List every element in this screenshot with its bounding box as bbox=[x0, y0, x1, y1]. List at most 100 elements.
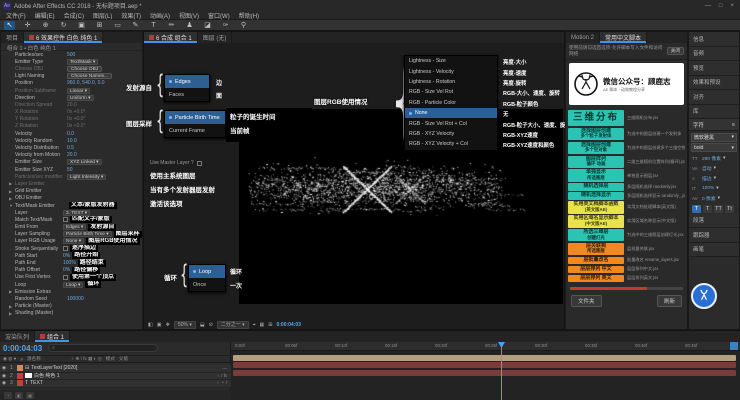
menu-option[interactable]: Loop bbox=[189, 265, 225, 278]
script-button[interactable]: 层层排列 英文 bbox=[568, 275, 624, 283]
layer-duration-bar[interactable] bbox=[233, 370, 736, 376]
tab-渲染队列[interactable]: 渲染队列 bbox=[0, 331, 35, 342]
dock-tab-段落[interactable]: 段落 bbox=[689, 214, 739, 229]
menu-item[interactable]: 视图(V) bbox=[179, 11, 199, 20]
menu-option[interactable]: Current Frame bbox=[165, 124, 225, 137]
close-button[interactable]: 关闭 bbox=[667, 47, 684, 55]
dock-tab-音频[interactable]: 音频 bbox=[689, 47, 739, 62]
dock-tab-预览[interactable]: 预览 bbox=[689, 61, 739, 76]
param-dropdown[interactable]: Uniform ▾ bbox=[67, 95, 94, 101]
tab-组合-1[interactable]: 组合 1 bbox=[35, 331, 70, 342]
pixel-aspect-icon[interactable]: ⊞ bbox=[268, 322, 272, 328]
type-tool-icon[interactable]: T bbox=[148, 21, 159, 30]
type-style-2[interactable]: TT bbox=[714, 205, 723, 213]
script-button[interactable]: 单独显示所选图层 bbox=[568, 169, 624, 181]
param-value[interactable]: 100% bbox=[63, 260, 76, 266]
zoom-tool-icon[interactable]: ⊕ bbox=[40, 21, 51, 30]
param-dropdown[interactable]: Linear ▾ bbox=[67, 88, 90, 94]
menu-item[interactable]: 图层(L) bbox=[93, 11, 112, 20]
time-ruler[interactable]: 0:00f00:05f00:10f00:15f00:20f00:25f00:30… bbox=[231, 342, 740, 351]
layer-switches[interactable]: — bbox=[223, 366, 227, 371]
param-value[interactable]: 20.0 bbox=[67, 102, 77, 108]
menu-option[interactable]: RGB - Particle Color bbox=[405, 98, 497, 108]
type-style-3[interactable]: Tt bbox=[725, 205, 734, 213]
show-snapshot-icon[interactable]: ▣ bbox=[157, 322, 162, 328]
param-dropdown[interactable]: Text/Mask ▾ bbox=[67, 59, 98, 65]
orbit-camera-tool-icon[interactable]: ↻ bbox=[58, 21, 69, 30]
channels-icon[interactable]: ❖ bbox=[165, 322, 169, 328]
transparency-grid-icon[interactable]: ▦ bbox=[260, 322, 265, 328]
script-button[interactable]: 选择图层创建多个空对象 bbox=[568, 142, 624, 154]
menu-item[interactable]: 帮助(H) bbox=[239, 11, 259, 20]
mask-visibility-icon[interactable]: ⊘ bbox=[209, 322, 213, 328]
param-checkbox[interactable] bbox=[63, 275, 68, 280]
shy-toggle-icon[interactable]: ◔ bbox=[4, 392, 12, 399]
timeline-search-input[interactable]: ⌕ bbox=[48, 344, 158, 352]
dock-tab-跟踪器[interactable]: 跟踪器 bbox=[689, 228, 739, 243]
dock-tab-库[interactable]: 库 bbox=[689, 105, 739, 120]
param-dropdown[interactable]: Loop ▾ bbox=[63, 282, 83, 288]
puppet-pin-tool-icon[interactable]: ⚲ bbox=[238, 21, 249, 30]
menu-option[interactable]: RGB - XYZ Velocity + Col bbox=[405, 139, 497, 149]
script-button[interactable]: 随机选择显示 bbox=[568, 192, 624, 200]
param-value[interactable]: 0% bbox=[63, 267, 70, 273]
eye-icon[interactable]: ◉ bbox=[2, 365, 8, 371]
type-style-1[interactable]: T bbox=[703, 205, 712, 213]
dock-tab-画笔[interactable]: 画笔 bbox=[689, 243, 739, 258]
close-button[interactable]: × bbox=[730, 3, 734, 9]
font-style-select[interactable]: bold▾ bbox=[691, 143, 737, 152]
resolution-select[interactable]: 二分之一 ▾ bbox=[217, 321, 249, 329]
hand-tool-icon[interactable]: ✛ bbox=[22, 21, 33, 30]
dock-tab-对齐[interactable]: 对齐 bbox=[689, 90, 739, 105]
layer-label-swatch[interactable] bbox=[17, 380, 23, 386]
script-button[interactable]: 实用区域名显示脚本(中文版AE) bbox=[568, 215, 624, 227]
refresh-button[interactable]: 刷新 bbox=[657, 295, 682, 307]
menu-option[interactable]: Edges bbox=[165, 75, 209, 88]
tab-常用中文脚本[interactable]: 常用中文脚本 bbox=[600, 32, 647, 43]
pen-tool-icon[interactable]: ✎ bbox=[130, 21, 141, 30]
param-checkbox[interactable] bbox=[63, 217, 68, 222]
motion-blur-toggle-icon[interactable]: ▦ bbox=[26, 392, 34, 399]
character-row[interactable]: VA自动▾ bbox=[689, 164, 739, 174]
dock-tab-效果和预设[interactable]: 效果和预设 bbox=[689, 76, 739, 91]
param-dropdown[interactable]: Edges ▾ bbox=[63, 224, 86, 230]
character-row[interactable]: AV0 像素▾ bbox=[689, 194, 739, 204]
param-value[interactable]: 500 bbox=[67, 52, 75, 58]
character-row[interactable]: TT290 像素▾ bbox=[689, 154, 739, 164]
param-value[interactable]: 100000 bbox=[67, 296, 84, 302]
type-style-0[interactable]: T bbox=[692, 205, 701, 213]
script-button[interactable]: 层层排列 中文 bbox=[568, 266, 624, 274]
layer-row[interactable]: ◉2白色 纯色 1♀ / fx bbox=[0, 373, 231, 381]
menu-option[interactable]: Once bbox=[189, 278, 225, 291]
param-dropdown[interactable]: Particle Birth Time ▾ bbox=[63, 231, 112, 237]
param-value[interactable]: 0.5 bbox=[67, 145, 74, 151]
layer-duration-bar[interactable] bbox=[233, 362, 736, 368]
menu-item[interactable]: 文件(F) bbox=[6, 11, 26, 20]
layer-row[interactable]: ◉3TTEXT♀ ⚬ / bbox=[0, 380, 231, 388]
layer-switches[interactable]: ♀ / fx bbox=[217, 373, 227, 378]
script-button[interactable]: 层关联到所选图层 bbox=[568, 243, 624, 255]
param-value[interactable]: 0.0 bbox=[67, 131, 74, 137]
param-value[interactable]: 0x +0.0° bbox=[67, 109, 86, 115]
roto-brush-tool-icon[interactable]: ✑ bbox=[220, 21, 231, 30]
layer-duration-bar[interactable] bbox=[233, 355, 736, 361]
layer-label-swatch[interactable] bbox=[17, 373, 23, 379]
param-checkbox[interactable] bbox=[63, 246, 68, 251]
param-value[interactable]: 960.0, 540.0, 0.0 bbox=[67, 80, 105, 86]
menu-option[interactable]: None bbox=[405, 108, 497, 118]
param-dropdown[interactable]: Light Intensity ▾ bbox=[67, 174, 106, 180]
tab-6-合成-组合-1[interactable]: 6 合成 组合 1 bbox=[144, 32, 198, 43]
magnification-select[interactable]: 50% ▾ bbox=[174, 321, 196, 329]
tab-项目[interactable]: 项目 bbox=[1, 32, 24, 43]
font-family-select[interactable]: 微软雅黑▾ bbox=[691, 133, 737, 142]
param-button[interactable]: Choose OBJ bbox=[67, 66, 102, 72]
eraser-tool-icon[interactable]: ◪ bbox=[202, 21, 213, 30]
dock-tab-信息[interactable]: 信息 bbox=[689, 32, 739, 47]
eye-icon[interactable]: ◉ bbox=[2, 380, 8, 386]
clone-stamp-tool-icon[interactable]: ♟ bbox=[184, 21, 195, 30]
menu-option[interactable]: Lightness - Size bbox=[405, 56, 497, 66]
selection-tool-icon[interactable]: ↖ bbox=[4, 21, 15, 30]
script-button[interactable]: 随机选择层 bbox=[568, 183, 624, 191]
character-row[interactable]: IT100%▾ bbox=[689, 184, 739, 194]
param-dropdown[interactable]: None ▾ bbox=[63, 238, 84, 244]
